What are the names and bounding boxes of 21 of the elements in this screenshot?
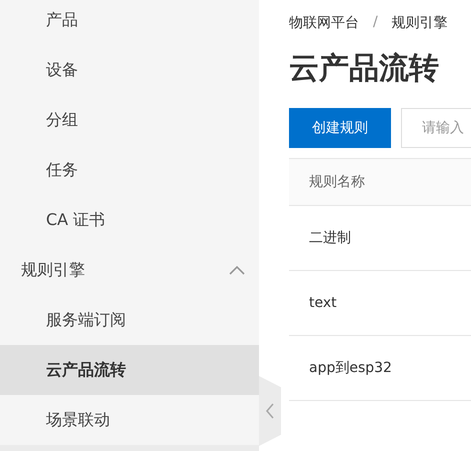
chevron-left-icon [265,403,275,419]
table-cell: text [309,295,337,311]
menu-item[interactable]: 设备 [0,45,259,95]
menu-item[interactable]: CA 证书 [0,195,259,245]
menu-item[interactable]: 场景联动 [0,395,259,445]
menu-item[interactable]: 分组 [0,95,259,145]
chevron-icon [229,265,245,275]
create-rule-button[interactable]: 创建规则 [289,108,391,148]
breadcrumb-separator: / [373,14,378,32]
table-cell: 二进制 [309,229,351,247]
menu-item[interactable]: 任务 [0,145,259,195]
breadcrumb-link[interactable]: 物联网平台 [289,14,359,32]
menu-item[interactable]: 服务端订阅 [0,295,259,345]
menu-item[interactable]: 云产品流转 [0,345,259,395]
search-field[interactable]: 请输入 [401,108,471,148]
menu-item[interactable]: 产品 [0,0,259,45]
column-header: 规则名称 [309,173,365,191]
table-cell: app到esp32 [309,359,392,377]
page-title: 云产品流转 [289,50,440,88]
breadcrumb-link[interactable]: 规则引擎 [392,14,448,32]
menu-group-header[interactable]: 规则引擎 [0,245,259,295]
